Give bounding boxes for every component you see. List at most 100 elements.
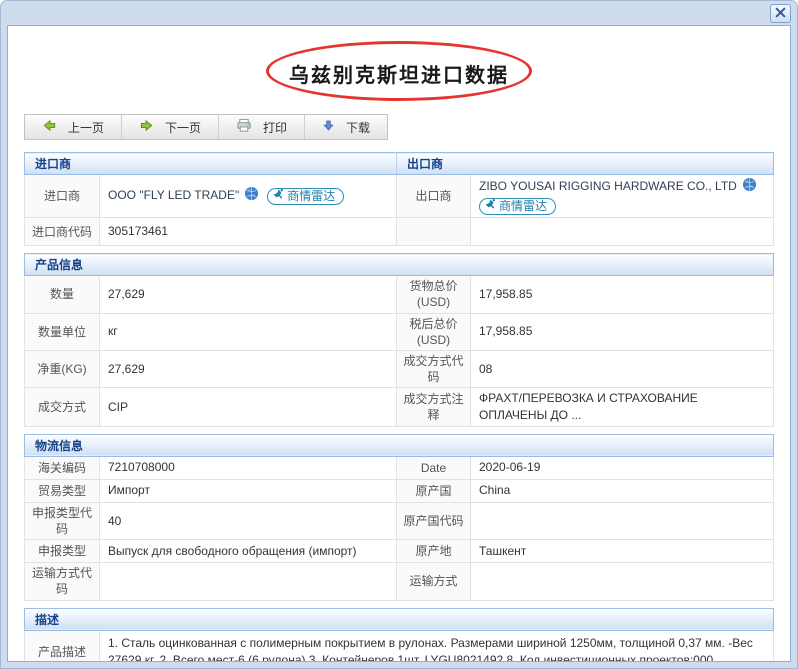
field-label: 原产地 xyxy=(397,540,471,563)
field-value: 7210708000 xyxy=(100,456,397,479)
field-value: 27,629 xyxy=(100,350,397,387)
field-label: 进口商代码 xyxy=(25,218,100,246)
field-value: 27,629 xyxy=(100,276,397,313)
product-info-table: 产品信息 数量 27,629 货物总价(USD) 17,958.85 数量单位 … xyxy=(24,253,774,427)
import-data-window: 乌兹别克斯坦进口数据 上一页 下一页 打印 xyxy=(0,0,798,669)
exporter-badge-line: 商情雷达 xyxy=(479,198,765,215)
logistics-section-header: 物流信息 xyxy=(25,434,774,456)
table-row: 运输方式代码 运输方式 xyxy=(25,563,774,600)
field-label: 货物总价(USD) xyxy=(397,276,471,313)
business-radar-badge[interactable]: 商情雷达 xyxy=(267,188,344,205)
field-value xyxy=(100,563,397,600)
table-row: 申报类型 Выпуск для свободного обращения (им… xyxy=(25,540,774,563)
print-label: 打印 xyxy=(263,119,287,136)
download-button[interactable]: 下载 xyxy=(305,115,387,139)
field-label: 成交方式 xyxy=(25,388,100,427)
field-label: 贸易类型 xyxy=(25,479,100,502)
field-value: кг xyxy=(100,313,397,350)
print-button[interactable]: 打印 xyxy=(219,115,305,139)
table-row: 净重(KG) 27,629 成交方式代码 08 xyxy=(25,350,774,387)
field-label: 产品描述 xyxy=(25,630,100,662)
importer-code: 305173461 xyxy=(100,218,397,246)
table-row: 产品描述 1. Сталь оцинкованная с полимерным … xyxy=(25,630,774,662)
field-value xyxy=(471,563,774,600)
table-row: 进口商代码 305173461 xyxy=(25,218,774,246)
importer-section-header: 进口商 xyxy=(25,153,397,175)
field-value xyxy=(471,502,774,539)
arrow-left-icon xyxy=(42,118,57,136)
empty-value-cell xyxy=(471,218,774,246)
product-section-header: 产品信息 xyxy=(25,254,774,276)
section-header-row: 产品信息 xyxy=(25,254,774,276)
next-page-button[interactable]: 下一页 xyxy=(122,115,219,139)
field-label: 数量单位 xyxy=(25,313,100,350)
arrow-right-icon xyxy=(139,118,154,136)
product-description: 1. Сталь оцинкованная с полимерным покры… xyxy=(100,630,774,662)
satellite-dish-icon xyxy=(272,188,284,205)
field-label: 原产国 xyxy=(397,479,471,502)
field-label: 申报类型代码 xyxy=(25,502,100,539)
arrow-down-icon xyxy=(322,119,335,135)
field-label: 税后总价(USD) xyxy=(397,313,471,350)
logistics-info-table: 物流信息 海关编码 7210708000 Date 2020-06-19 贸易类… xyxy=(24,434,774,601)
field-label: 海关编码 xyxy=(25,456,100,479)
field-value: ФРАХТ/ПЕРЕВОЗКА И СТРАХОВАНИЕ ОПЛАЧЕНЫ Д… xyxy=(471,388,774,427)
field-label: 运输方式代码 xyxy=(25,563,100,600)
section-header-row: 物流信息 xyxy=(25,434,774,456)
table-row: 成交方式 CIP 成交方式注释 ФРАХТ/ПЕРЕВОЗКА И СТРАХО… xyxy=(25,388,774,427)
importer-exporter-table: 进口商 出口商 进口商 OOO "FLY LED TRADE" 商情雷达 出口商 … xyxy=(24,152,774,246)
table-row: 数量单位 кг 税后总价(USD) 17,958.85 xyxy=(25,313,774,350)
section-header-row: 描述 xyxy=(25,608,774,630)
prev-page-button[interactable]: 上一页 xyxy=(25,115,122,139)
business-radar-badge[interactable]: 商情雷达 xyxy=(479,198,556,215)
field-label: 成交方式代码 xyxy=(397,350,471,387)
field-value: 17,958.85 xyxy=(471,313,774,350)
globe-icon[interactable] xyxy=(742,181,757,195)
field-value: China xyxy=(471,479,774,502)
satellite-dish-icon xyxy=(484,198,496,215)
importer-name: OOO "FLY LED TRADE" xyxy=(108,188,239,202)
field-label: 成交方式注释 xyxy=(397,388,471,427)
table-row: 贸易类型 Импорт 原产国 China xyxy=(25,479,774,502)
description-table: 描述 产品描述 1. Сталь оцинкованная с полимерн… xyxy=(24,608,774,662)
field-value: 17,958.85 xyxy=(471,276,774,313)
printer-icon xyxy=(236,118,252,136)
table-row: 申报类型代码 40 原产国代码 xyxy=(25,502,774,539)
field-value: Импорт xyxy=(100,479,397,502)
field-label: 数量 xyxy=(25,276,100,313)
window-titlebar xyxy=(1,1,797,25)
page-title: 乌兹别克斯坦进口数据 xyxy=(24,59,774,88)
field-value: 40 xyxy=(100,502,397,539)
window-body: 乌兹别克斯坦进口数据 上一页 下一页 打印 xyxy=(7,25,791,662)
radar-badge-label: 商情雷达 xyxy=(499,198,547,215)
empty-label-cell xyxy=(397,218,471,246)
prev-page-label: 上一页 xyxy=(68,119,104,136)
radar-badge-label: 商情雷达 xyxy=(287,188,335,205)
description-section-header: 描述 xyxy=(25,608,774,630)
exporter-name: ZIBO YOUSAI RIGGING HARDWARE CO., LTD xyxy=(479,179,737,193)
field-label: 申报类型 xyxy=(25,540,100,563)
title-area: 乌兹别克斯坦进口数据 xyxy=(24,26,774,114)
close-button[interactable] xyxy=(770,4,791,23)
exporter-name-line: ZIBO YOUSAI RIGGING HARDWARE CO., LTD xyxy=(479,177,765,197)
field-value: Выпуск для свободного обращения (импорт) xyxy=(100,540,397,563)
exporter-name-cell: ZIBO YOUSAI RIGGING HARDWARE CO., LTD 商情… xyxy=(471,175,774,218)
close-icon xyxy=(775,6,786,21)
exporter-section-header: 出口商 xyxy=(397,153,774,175)
globe-icon[interactable] xyxy=(244,190,259,204)
field-label: 净重(KG) xyxy=(25,350,100,387)
toolbar: 上一页 下一页 打印 下载 xyxy=(24,114,388,140)
field-label: Date xyxy=(397,456,471,479)
field-label: 出口商 xyxy=(397,175,471,218)
field-label: 进口商 xyxy=(25,175,100,218)
next-page-label: 下一页 xyxy=(165,119,201,136)
table-row: 数量 27,629 货物总价(USD) 17,958.85 xyxy=(25,276,774,313)
download-label: 下载 xyxy=(346,119,370,136)
field-value: CIP xyxy=(100,388,397,427)
table-row: 进口商 OOO "FLY LED TRADE" 商情雷达 出口商 ZIBO YOU… xyxy=(25,175,774,218)
field-value: 2020-06-19 xyxy=(471,456,774,479)
importer-name-cell: OOO "FLY LED TRADE" 商情雷达 xyxy=(100,175,397,218)
field-label: 原产国代码 xyxy=(397,502,471,539)
section-header-row: 进口商 出口商 xyxy=(25,153,774,175)
field-value: Ташкент xyxy=(471,540,774,563)
